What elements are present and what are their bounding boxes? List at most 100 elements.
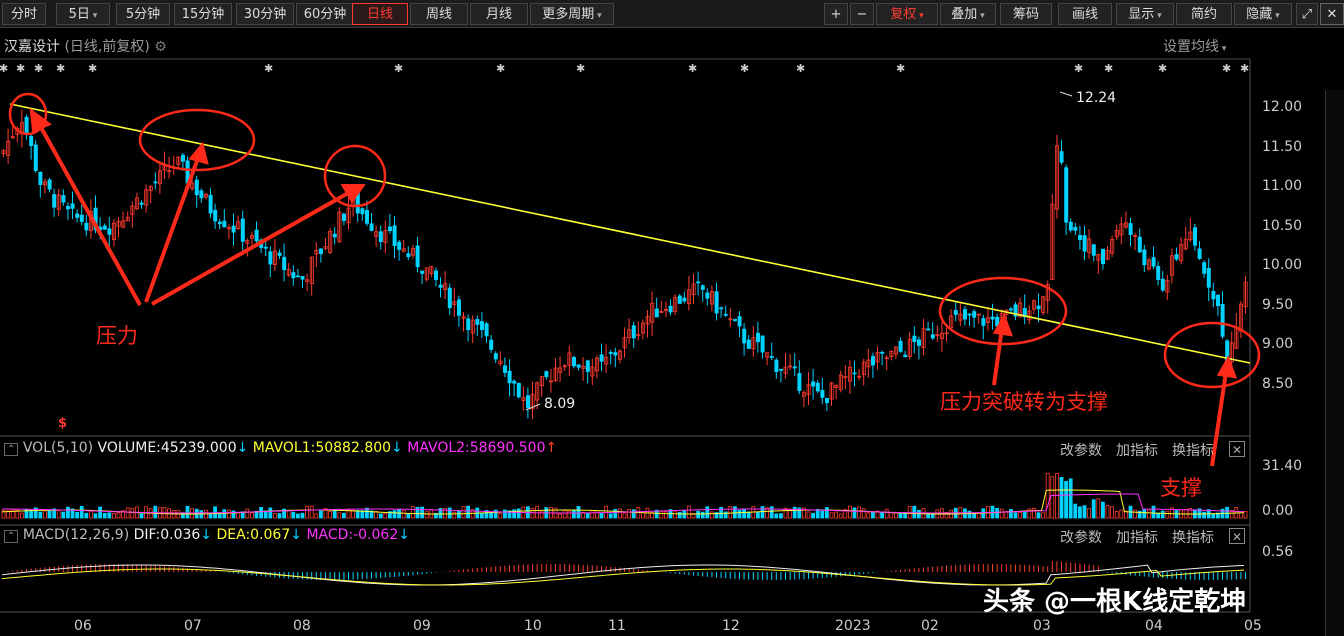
watermark: 头条 @一根K线定乾坤 — [983, 587, 1247, 617]
candle-body — [677, 295, 682, 304]
macd-change-params-button[interactable]: 改参数 — [1060, 527, 1102, 547]
collapse-icon[interactable]: ⌃ — [4, 530, 19, 543]
candle-body — [263, 246, 268, 249]
volume-bar — [516, 508, 521, 519]
volume-bar — [107, 512, 112, 519]
x-tick: 02 — [921, 618, 939, 634]
candle-body — [719, 307, 724, 310]
candle-body — [107, 228, 112, 235]
volume-bar — [351, 509, 356, 519]
event-marker-icon[interactable]: ✱ — [1104, 62, 1113, 75]
x-tick: 07 — [184, 618, 202, 634]
macd-swap-indicator-button[interactable]: 换指标 — [1172, 527, 1214, 547]
event-marker-icon[interactable]: ✱ — [394, 62, 403, 75]
vol-axis-tick: 31.40 — [1262, 458, 1303, 474]
volume-bar — [84, 512, 89, 519]
volume-bar — [420, 506, 425, 519]
candle-body — [930, 334, 935, 339]
volume-bar — [452, 511, 457, 519]
candle-body — [613, 352, 618, 356]
volume-bar — [1151, 505, 1156, 519]
event-marker-icon[interactable]: ✱ — [88, 62, 97, 75]
candle-body — [714, 291, 719, 314]
candle-body — [475, 319, 480, 325]
breakout-annotation: 压力突破转为支撑 — [940, 390, 1108, 414]
event-marker-icon[interactable]: ✱ — [496, 62, 505, 75]
vol-change-params-button[interactable]: 改参数 — [1060, 440, 1102, 460]
candle-body — [502, 365, 507, 373]
volume-bar — [139, 513, 144, 519]
low-price-label: 8.09 — [544, 396, 576, 412]
volume-bar — [98, 506, 102, 519]
event-marker-icon[interactable]: ✱ — [0, 62, 8, 75]
macd-add-indicator-button[interactable]: 加指标 — [1116, 527, 1158, 547]
volume-bar — [760, 506, 765, 519]
x-tick: 08 — [293, 618, 311, 634]
candle-body — [282, 256, 287, 271]
volume-bar — [1142, 509, 1147, 519]
macd-bars — [3, 560, 1246, 580]
candle-body — [484, 323, 489, 337]
volume-bar — [1133, 509, 1137, 519]
support-annotation: 支撑 — [1160, 476, 1202, 500]
candle-body — [760, 335, 765, 353]
volume-bar — [1018, 512, 1022, 519]
event-marker-icon[interactable]: ✱ — [688, 62, 697, 75]
candle-body — [1211, 290, 1216, 300]
volume-bar — [102, 512, 107, 519]
event-marker-icon[interactable]: ✱ — [896, 62, 905, 75]
candle-body — [406, 253, 411, 258]
event-marker-icon[interactable]: ✱ — [34, 62, 43, 75]
volume-bar — [291, 511, 296, 519]
candle-body — [300, 276, 305, 280]
event-marker-icon[interactable]: ✱ — [796, 62, 805, 75]
candle-body — [737, 316, 742, 327]
candle-body — [415, 245, 420, 268]
event-marker-icon[interactable]: ✱ — [56, 62, 65, 75]
dividend-icon[interactable]: $ — [58, 416, 67, 431]
volume-bar — [769, 506, 774, 519]
volume-bar — [309, 505, 314, 519]
candle-body — [820, 390, 825, 398]
volume-bar — [1211, 513, 1216, 519]
candle-body — [1156, 266, 1161, 280]
volume-bar — [1036, 512, 1041, 519]
event-marker-icon[interactable]: ✱ — [740, 62, 749, 75]
volume-bar — [852, 507, 857, 519]
candle-body — [277, 252, 282, 256]
event-marker-icon[interactable]: ✱ — [1222, 62, 1231, 75]
event-marker-icon[interactable]: ✱ — [576, 62, 585, 75]
collapse-icon[interactable]: ⌃ — [4, 443, 19, 456]
x-tick: 10 — [524, 618, 542, 634]
vol-close-icon[interactable]: ✕ — [1229, 441, 1245, 457]
vol-swap-indicator-button[interactable]: 换指标 — [1172, 440, 1214, 460]
volume-bar — [1068, 478, 1073, 519]
vol-add-indicator-button[interactable]: 加指标 — [1116, 440, 1158, 460]
candle-body — [1137, 236, 1142, 253]
volume-bar — [999, 508, 1004, 519]
candle-body — [291, 272, 296, 279]
volume-bar — [314, 513, 319, 519]
volume-bar — [1022, 510, 1027, 519]
candle-body — [38, 171, 43, 185]
candle-body — [723, 313, 728, 316]
volume-bar — [479, 513, 484, 519]
candle-body — [79, 214, 84, 222]
volume-bar — [1202, 511, 1206, 519]
candle-body — [466, 318, 471, 331]
candle-body — [240, 218, 245, 242]
candle-body — [903, 354, 908, 358]
macd-indicator-header: ⌃ MACD(12,26,9) DIF:0.036↓ DEA:0.067↓ MA… — [4, 527, 410, 543]
event-marker-icon[interactable]: ✱ — [1158, 62, 1167, 75]
macd-close-icon[interactable]: ✕ — [1229, 528, 1245, 544]
volume-bar — [590, 510, 595, 519]
event-marker-icon[interactable]: ✱ — [1240, 62, 1249, 75]
volume-bar — [1032, 507, 1036, 519]
candle-body — [493, 353, 498, 360]
event-marker-icon[interactable]: ✱ — [1074, 62, 1083, 75]
event-marker-icon[interactable]: ✱ — [264, 62, 273, 75]
event-marker-icon[interactable]: ✱ — [16, 62, 25, 75]
candle-body — [438, 284, 443, 288]
candle-body — [990, 316, 995, 320]
volume-bar — [332, 509, 337, 519]
